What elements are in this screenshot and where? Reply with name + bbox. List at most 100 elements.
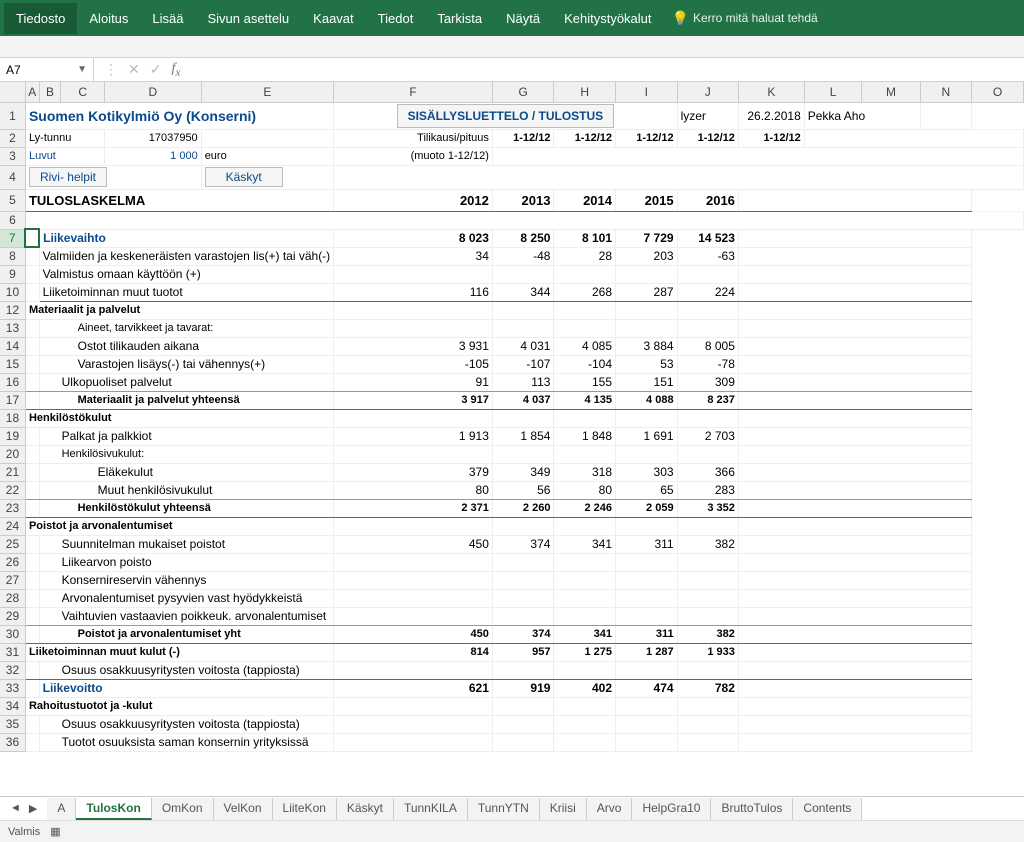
cell[interactable] xyxy=(492,607,554,625)
cell[interactable] xyxy=(25,355,39,373)
cell[interactable]: 1 287 xyxy=(616,643,678,661)
cell[interactable]: 113 xyxy=(492,373,554,391)
cell[interactable]: Liiketoiminnan muut kulut (-) xyxy=(25,643,333,661)
cell[interactable] xyxy=(25,445,39,463)
cell[interactable] xyxy=(25,265,39,283)
cell[interactable]: 1-12/12 xyxy=(554,129,616,147)
cell[interactable] xyxy=(334,571,493,589)
cell[interactable]: Rivi- helpit xyxy=(25,165,201,189)
cell[interactable] xyxy=(554,715,616,733)
cell[interactable] xyxy=(334,697,493,715)
col-header-H[interactable]: H xyxy=(554,82,616,102)
cell[interactable]: Aineet, tarvikkeet ja tavarat: xyxy=(39,319,334,337)
cell[interactable]: 919 xyxy=(492,679,554,697)
cell[interactable] xyxy=(334,165,1024,189)
cell[interactable] xyxy=(25,589,39,607)
select-all-corner[interactable] xyxy=(0,82,25,102)
sheet-tab-helpgra10[interactable]: HelpGra10 xyxy=(632,798,711,820)
cell[interactable]: Luvut xyxy=(25,147,104,165)
cell[interactable] xyxy=(334,589,493,607)
row-header-26[interactable]: 26 xyxy=(0,553,25,571)
cell[interactable]: Liikevaihto xyxy=(39,229,334,247)
cell[interactable] xyxy=(677,733,738,751)
cell[interactable] xyxy=(25,319,39,337)
cell[interactable]: -105 xyxy=(334,355,493,373)
cell[interactable]: 3 352 xyxy=(677,499,738,517)
cell[interactable] xyxy=(492,733,554,751)
cell[interactable]: 65 xyxy=(616,481,678,499)
cell[interactable]: 155 xyxy=(554,373,616,391)
active-cell[interactable] xyxy=(25,229,39,247)
row-header-29[interactable]: 29 xyxy=(0,607,25,625)
cell[interactable] xyxy=(677,589,738,607)
row-header-3[interactable]: 3 xyxy=(0,147,25,165)
cell[interactable]: 382 xyxy=(677,625,738,643)
cell[interactable]: 814 xyxy=(334,643,493,661)
ribbon-tab-näytä[interactable]: Näytä xyxy=(494,3,552,34)
cell[interactable] xyxy=(25,661,39,679)
col-header-D[interactable]: D xyxy=(105,82,202,102)
cell[interactable]: Valmiiden ja keskeneräisten varastojen l… xyxy=(39,247,334,265)
cell[interactable]: Poistot ja arvonalentumiset yht xyxy=(39,625,334,643)
cell[interactable]: 2 246 xyxy=(554,499,616,517)
cell[interactable]: 382 xyxy=(677,535,738,553)
cell[interactable] xyxy=(738,481,971,499)
cell[interactable] xyxy=(25,337,39,355)
row-header-22[interactable]: 22 xyxy=(0,481,25,499)
row-header-14[interactable]: 14 xyxy=(0,337,25,355)
row-header-5[interactable]: 5 xyxy=(0,189,25,211)
cell[interactable] xyxy=(554,697,616,715)
cell[interactable] xyxy=(738,337,971,355)
cell[interactable] xyxy=(738,643,971,661)
cell[interactable]: 4 088 xyxy=(616,391,678,409)
cell[interactable] xyxy=(25,625,39,643)
cell[interactable]: -48 xyxy=(492,247,554,265)
cell[interactable] xyxy=(25,553,39,571)
cell[interactable]: 2 059 xyxy=(616,499,678,517)
cell[interactable]: 287 xyxy=(616,283,678,301)
cell[interactable] xyxy=(677,607,738,625)
cell[interactable] xyxy=(804,129,1023,147)
cell[interactable]: 374 xyxy=(492,535,554,553)
cell[interactable] xyxy=(334,409,493,427)
cell[interactable] xyxy=(334,265,493,283)
cell[interactable] xyxy=(738,319,971,337)
row-header-4[interactable]: 4 xyxy=(0,165,25,189)
cell[interactable]: 91 xyxy=(334,373,493,391)
cell[interactable]: 53 xyxy=(616,355,678,373)
row-header-15[interactable]: 15 xyxy=(0,355,25,373)
cell[interactable] xyxy=(554,265,616,283)
cell[interactable] xyxy=(554,607,616,625)
col-header-C[interactable]: C xyxy=(61,82,105,102)
cell[interactable] xyxy=(738,283,971,301)
cell[interactable] xyxy=(492,445,554,463)
cell[interactable] xyxy=(554,589,616,607)
cell[interactable]: 402 xyxy=(554,679,616,697)
cell[interactable] xyxy=(616,571,678,589)
cell[interactable] xyxy=(334,319,493,337)
cell[interactable]: -107 xyxy=(492,355,554,373)
cell[interactable]: Konsernireservin vähennys xyxy=(39,571,334,589)
cell[interactable]: 26.2.2018 xyxy=(738,102,804,129)
cell[interactable]: 341 xyxy=(554,625,616,643)
row-header-12[interactable]: 12 xyxy=(0,301,25,319)
cell[interactable]: 311 xyxy=(616,625,678,643)
row-header-27[interactable]: 27 xyxy=(0,571,25,589)
sheet-tab-velkon[interactable]: VelKon xyxy=(214,798,273,820)
cell[interactable] xyxy=(334,733,493,751)
cell[interactable]: 4 085 xyxy=(554,337,616,355)
cell[interactable]: 116 xyxy=(334,283,493,301)
cell[interactable] xyxy=(554,409,616,427)
cell[interactable] xyxy=(677,409,738,427)
col-header-E[interactable]: E xyxy=(201,82,334,102)
ribbon-tab-tarkista[interactable]: Tarkista xyxy=(425,3,494,34)
row-header-17[interactable]: 17 xyxy=(0,391,25,409)
cell[interactable]: 8 101 xyxy=(554,229,616,247)
cell[interactable] xyxy=(616,697,678,715)
kaskyt-button[interactable]: Käskyt xyxy=(205,167,283,187)
cell[interactable]: euro xyxy=(201,147,334,165)
cell[interactable]: Pekka Aho xyxy=(804,102,920,129)
cell[interactable]: Muut henkilösivukulut xyxy=(39,481,334,499)
cell[interactable] xyxy=(25,463,39,481)
cell[interactable]: (muoto 1-12/12) xyxy=(334,147,493,165)
